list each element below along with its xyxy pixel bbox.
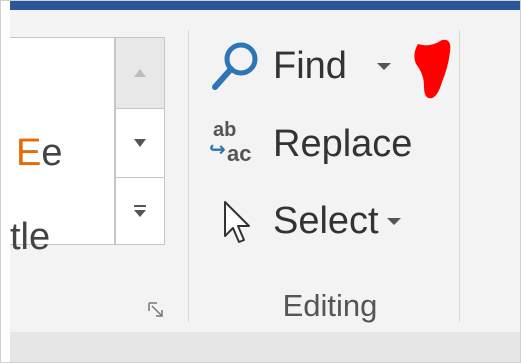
screenshot-frame <box>0 0 521 363</box>
